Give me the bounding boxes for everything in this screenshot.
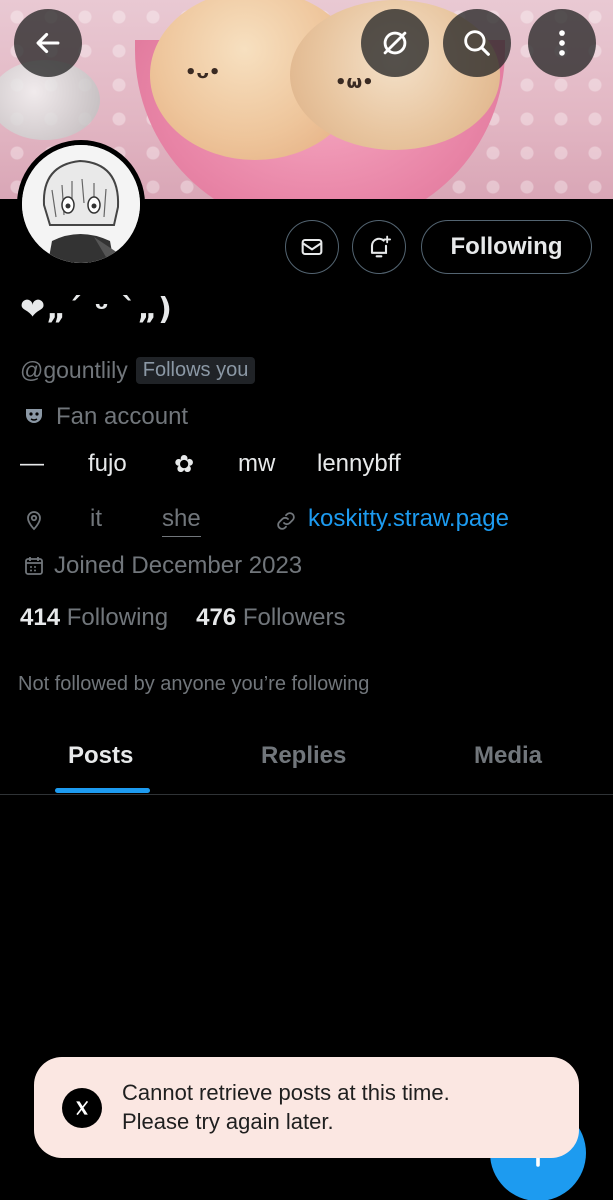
display-name: ❤︎„´ ᵕ `„)	[20, 292, 173, 327]
location-pin-icon	[27, 511, 41, 531]
bio-word-fujo: fujo	[88, 450, 127, 477]
error-toast[interactable]: Cannot retrieve posts at this time. Plea…	[34, 1057, 579, 1158]
avatar-drawing	[22, 145, 140, 263]
toast-line-1: Cannot retrieve posts at this time.	[122, 1080, 450, 1106]
avatar-image	[22, 145, 140, 263]
avatar[interactable]	[17, 140, 145, 268]
search-icon	[464, 30, 490, 56]
following-button[interactable]: Following	[421, 220, 592, 274]
envelope-icon	[301, 238, 323, 256]
website-link[interactable]: koskitty.straw.page	[308, 505, 509, 533]
tab-replies[interactable]: Replies	[261, 742, 346, 770]
joined-date: Joined December 2023	[22, 552, 302, 580]
banner-face-left: •ᴗ•	[185, 62, 221, 83]
handle-row: @gountlily Follows you	[20, 357, 256, 384]
arrow-left-icon	[36, 32, 60, 54]
message-button[interactable]	[285, 220, 339, 274]
profile-category[interactable]: Fan account	[22, 403, 188, 431]
calendar-icon	[25, 557, 43, 575]
handle: @gountlily	[20, 357, 128, 383]
follows-you-badge: Follows you	[135, 357, 256, 384]
joined-text: Joined December 2023	[54, 552, 303, 579]
notify-button[interactable]	[352, 220, 406, 274]
tab-media[interactable]: Media	[474, 742, 542, 770]
vertical-dots-icon	[559, 30, 565, 56]
search-button[interactable]	[443, 9, 511, 77]
banner-face-right: •ω•	[335, 72, 374, 93]
more-button[interactable]	[528, 9, 596, 77]
followers-count-label: Followers	[242, 604, 346, 631]
bio-dash: —	[20, 450, 44, 477]
x-logo-icon	[62, 1087, 102, 1128]
bell-plus-icon	[370, 235, 392, 258]
bio-word-mw: mw	[238, 450, 276, 477]
follow-counts: 414 Following 476 Followers	[20, 604, 346, 632]
active-tab-indicator	[55, 788, 150, 793]
followers-count: 476	[196, 604, 237, 631]
tab-posts[interactable]: Posts	[68, 742, 133, 770]
toast-line-2: Please try again later.	[122, 1108, 334, 1134]
category-label: Fan account	[56, 403, 189, 430]
following-count-label: Following	[66, 604, 169, 631]
not-followed-text: Not followed by anyone you’re following	[18, 673, 370, 695]
location-text: it	[90, 505, 102, 532]
grok-button[interactable]	[361, 9, 429, 77]
bio-word-lennybff: lennybff	[317, 450, 401, 477]
link-icon	[277, 512, 295, 530]
following-count-link[interactable]: 414 Following	[20, 604, 168, 632]
following-count: 414	[20, 604, 61, 631]
followers-count-link[interactable]: 476 Followers	[196, 604, 345, 632]
profile-tabs: Posts Replies Media	[0, 718, 613, 795]
toast-message: Cannot retrieve posts at this time. Plea…	[122, 1079, 450, 1135]
pronoun-text: she	[162, 505, 201, 537]
bio-flower: ✿	[174, 451, 195, 478]
slashed-circle-icon	[383, 31, 407, 55]
back-button[interactable]	[14, 9, 82, 77]
masks-icon	[26, 409, 42, 423]
